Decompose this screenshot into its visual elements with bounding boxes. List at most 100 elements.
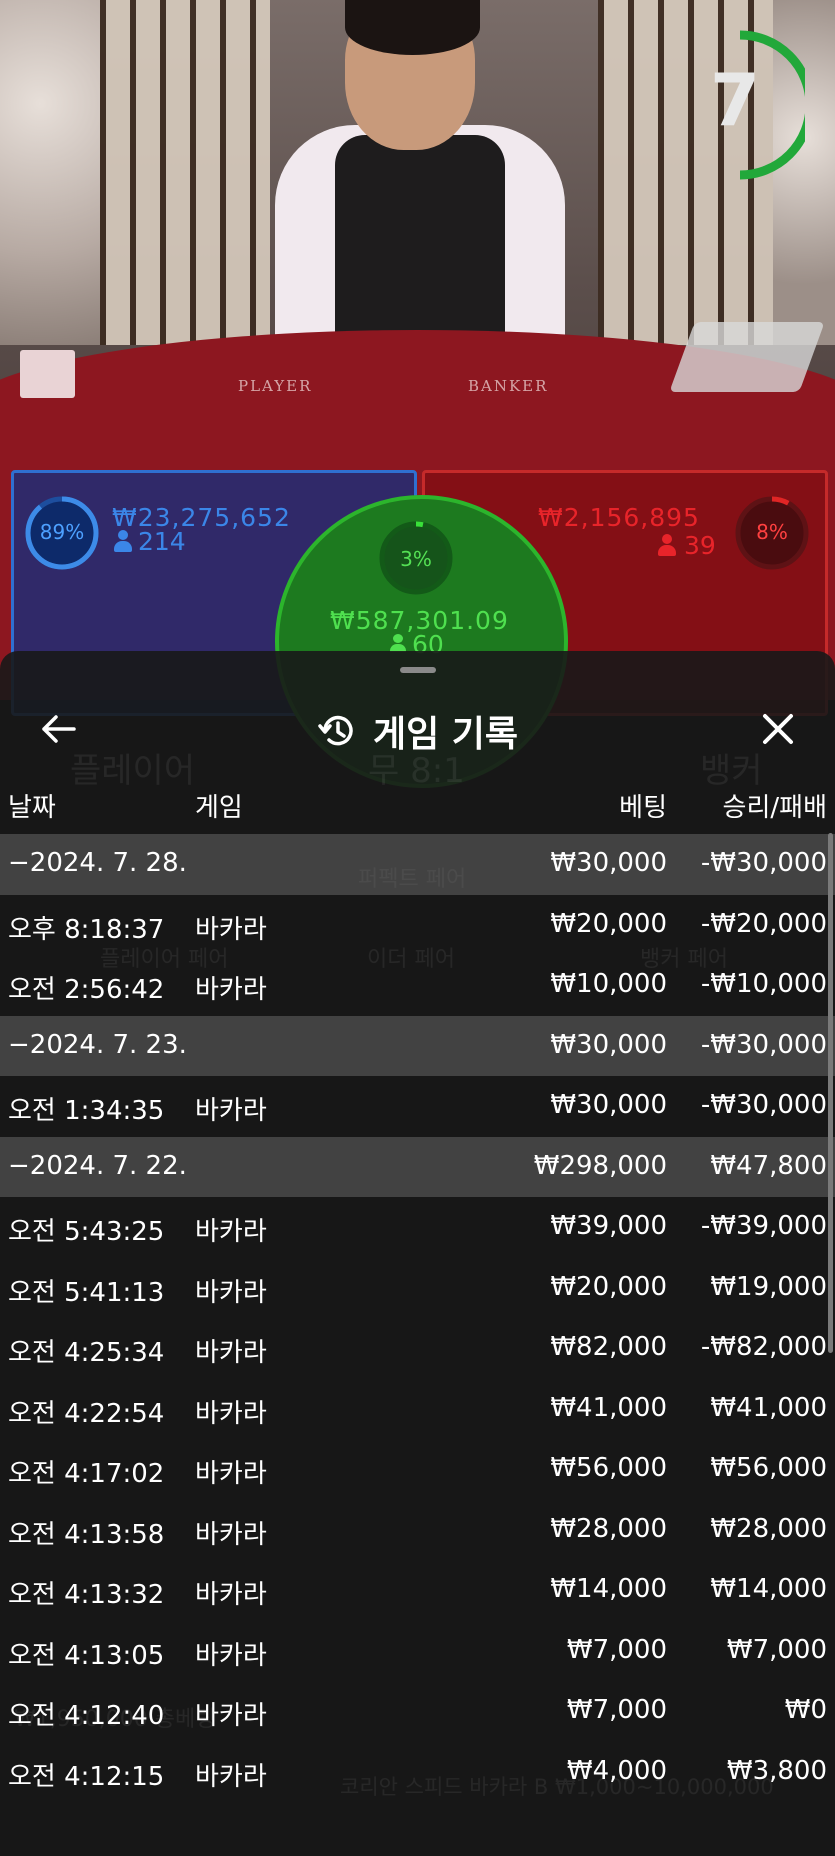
banker-count: 39	[684, 531, 716, 560]
row-time: 오전 4:13:05	[8, 1640, 165, 1671]
row-result: ₩7,000	[726, 1634, 827, 1665]
tie-percent: 3%	[400, 547, 432, 571]
row-date: −2024. 7. 22.	[8, 1150, 187, 1181]
history-row[interactable]: 오전 4:13:05 바카라 ₩7,000 ₩7,000	[0, 1621, 835, 1682]
felt-banker-label: BANKER	[468, 377, 549, 395]
history-row[interactable]: 오전 4:22:54 바카라 ₩41,000 ₩41,000	[0, 1379, 835, 1440]
tie-user-icon	[390, 634, 406, 652]
row-game: 바카라	[195, 1398, 267, 1429]
row-time: 오전 4:25:34	[8, 1338, 165, 1368]
row-result: ₩19,000	[710, 1271, 827, 1302]
row-time: 오전 4:22:54	[8, 1398, 165, 1429]
player-count: 214	[138, 527, 186, 556]
row-bet: ₩4,000	[566, 1755, 667, 1786]
history-row[interactable]: 오전 4:25:34 바카라 ₩82,000 -₩82,000	[0, 1318, 835, 1379]
date-group-row[interactable]: −2024. 7. 28. ₩30,000 -₩30,000	[0, 834, 835, 895]
scrollbar[interactable]	[828, 833, 833, 1353]
game-history-sheet: 플레이어 무 8:1 뱅커 퍼펙트 페어 이더 페어 플레이어 페어 뱅커 페어…	[0, 651, 835, 1856]
row-bet: ₩30,000	[550, 1029, 667, 1060]
row-bet: ₩30,000	[550, 848, 667, 878]
row-game: 바카라	[195, 914, 267, 945]
row-result: ₩47,800	[710, 1150, 827, 1181]
row-game: 바카라	[195, 1640, 267, 1671]
history-row[interactable]: 오전 1:34:35 바카라 ₩30,000 -₩30,000	[0, 1076, 835, 1137]
banker-user-icon	[658, 534, 676, 556]
row-time: 오전 1:34:35	[8, 1096, 165, 1126]
history-row[interactable]: 오전 4:17:02 바카라 ₩56,000 ₩56,000	[0, 1439, 835, 1500]
date-group-row[interactable]: −2024. 7. 23. ₩30,000 -₩30,000	[0, 1015, 835, 1076]
row-bet: ₩30,000	[550, 1090, 667, 1120]
row-bet: ₩7,000	[566, 1634, 667, 1665]
banker-percent: 8%	[756, 520, 788, 544]
history-row[interactable]: 오전 5:41:13 바카라 ₩20,000 ₩19,000	[0, 1258, 835, 1319]
row-time: 오전 4:12:15	[8, 1761, 165, 1792]
row-result: -₩20,000	[700, 908, 827, 939]
row-time: 오전 4:13:58	[8, 1519, 165, 1550]
row-result: ₩28,000	[710, 1513, 827, 1544]
blossom-screen-left	[0, 0, 100, 345]
row-time: 오전 4:13:32	[8, 1580, 165, 1610]
row-date: −2024. 7. 23.	[8, 1029, 187, 1060]
discard-cards	[20, 350, 75, 398]
row-result: ₩41,000	[710, 1392, 827, 1423]
row-result: -₩82,000	[700, 1332, 827, 1362]
row-result: -₩30,000	[700, 1090, 827, 1120]
row-result: -₩30,000	[700, 1029, 827, 1060]
row-result: ₩3,800	[726, 1755, 827, 1786]
row-bet: ₩39,000	[550, 1211, 667, 1241]
history-icon	[318, 715, 353, 746]
column-header-date[interactable]: 날짜	[8, 787, 56, 824]
history-list: −2024. 7. 28. ₩30,000 -₩30,000 오후 8:18:37 바카…	[0, 834, 835, 1802]
date-group-row[interactable]: −2024. 7. 22. ₩298,000 ₩47,800	[0, 1136, 835, 1197]
row-time: 오전 4:12:40	[8, 1701, 165, 1731]
history-row[interactable]: 오전 4:12:15 바카라 ₩4,000 ₩3,800	[0, 1742, 835, 1803]
row-game: 바카라	[195, 1580, 267, 1610]
row-game: 바카라	[195, 1701, 267, 1731]
row-bet: ₩56,000	[550, 1453, 667, 1483]
countdown-timer: 7	[709, 58, 761, 142]
close-icon	[763, 714, 793, 744]
row-game: 바카라	[195, 1519, 267, 1550]
row-result: ₩56,000	[710, 1453, 827, 1483]
row-bet: ₩10,000	[550, 969, 667, 999]
row-game: 바카라	[195, 1459, 267, 1489]
sheet-drag-handle[interactable]	[400, 667, 436, 673]
history-row[interactable]: 오전 5:43:25 바카라 ₩39,000 -₩39,000	[0, 1197, 835, 1258]
history-row[interactable]: 오전 4:13:58 바카라 ₩28,000 ₩28,000	[0, 1500, 835, 1561]
row-bet: ₩20,000	[550, 908, 667, 939]
banker-amount: ₩2,156,895	[538, 503, 700, 532]
row-time: 오전 5:41:13	[8, 1277, 165, 1308]
row-time: 오전 2:56:42	[8, 975, 165, 1005]
row-result: ₩0	[784, 1695, 827, 1725]
player-user-icon	[114, 530, 132, 552]
row-result: -₩10,000	[700, 969, 827, 999]
row-game: 바카라	[195, 1096, 267, 1126]
player-percent: 89%	[39, 520, 85, 544]
dealer-hair	[345, 0, 480, 55]
lattice-screen-left	[100, 0, 270, 345]
card-shoe	[669, 322, 825, 392]
row-result: ₩14,000	[710, 1574, 827, 1604]
row-bet: ₩41,000	[550, 1392, 667, 1423]
close-button[interactable]	[748, 699, 808, 759]
sheet-header: 게임 기록	[0, 701, 835, 761]
row-time: 오전 4:17:02	[8, 1459, 165, 1489]
column-header-bet[interactable]: 베팅	[619, 787, 667, 824]
column-header-game[interactable]: 게임	[195, 787, 243, 824]
column-header-result[interactable]: 승리/패배	[723, 787, 827, 824]
row-bet: ₩82,000	[550, 1332, 667, 1362]
row-bet: ₩20,000	[550, 1271, 667, 1302]
row-game: 바카라	[195, 1338, 267, 1368]
history-row[interactable]: 오전 2:56:42 바카라 ₩10,000 -₩10,000	[0, 955, 835, 1016]
history-row[interactable]: 오전 4:12:40 바카라 ₩7,000 ₩0	[0, 1681, 835, 1742]
row-game: 바카라	[195, 1217, 267, 1247]
row-time: 오후 8:18:37	[8, 914, 165, 945]
row-time: 오전 5:43:25	[8, 1217, 165, 1247]
row-game: 바카라	[195, 975, 267, 1005]
history-row[interactable]: 오후 8:18:37 바카라 ₩20,000 -₩20,000	[0, 895, 835, 956]
row-bet: ₩7,000	[566, 1695, 667, 1725]
history-row[interactable]: 오전 4:13:32 바카라 ₩14,000 ₩14,000	[0, 1560, 835, 1621]
row-result: -₩30,000	[700, 848, 827, 878]
row-bet: ₩28,000	[550, 1513, 667, 1544]
row-date: −2024. 7. 28.	[8, 848, 187, 878]
